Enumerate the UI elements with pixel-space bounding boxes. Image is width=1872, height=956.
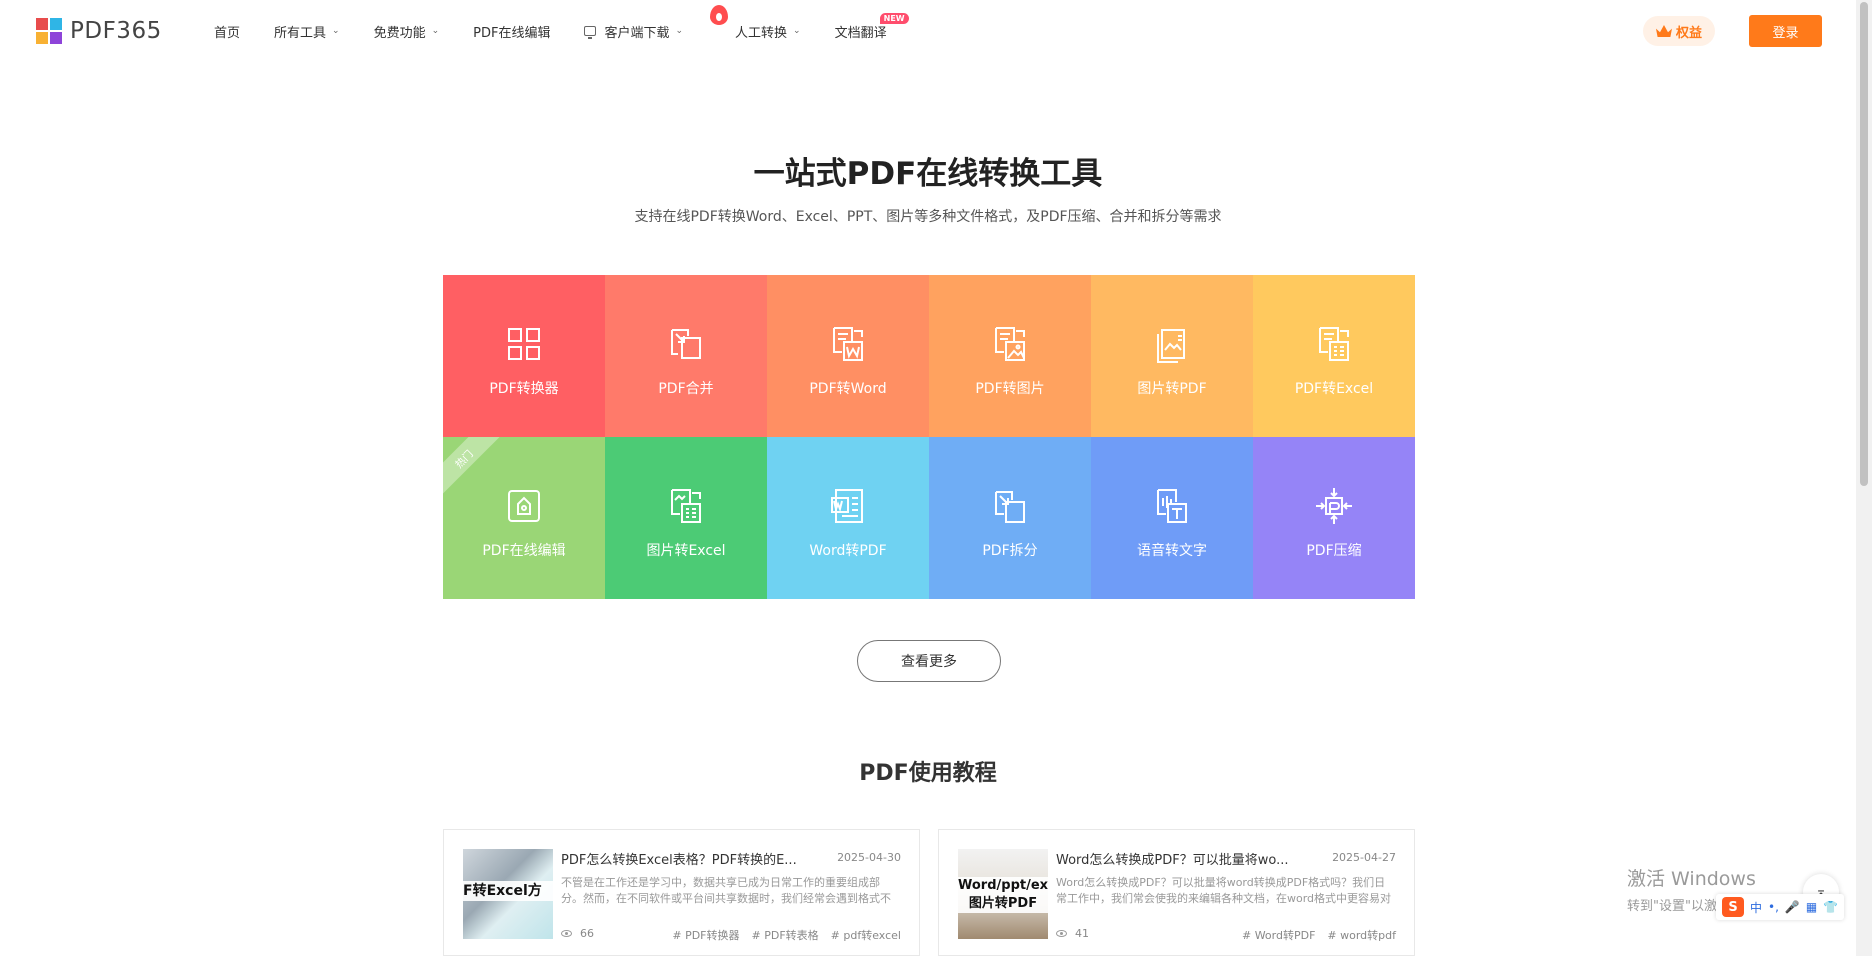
article-desc: Word怎么转换成PDF？可以批量将word转换成PDF格式吗？我们日常工作中，… [1056,876,1392,905]
compress-icon [1316,488,1352,524]
view-more-button[interactable]: 查看更多 [857,640,1001,682]
tool-pdf-to-word[interactable]: PDF转Word [767,275,929,437]
nav-all-tools[interactable]: 所有工具 ⌄ [274,22,340,41]
article-date: 2025-04-27 [1332,851,1396,864]
article-thumbnail: Word/ppt/ex 图片转PDF [958,849,1048,939]
monitor-icon [584,26,597,39]
nav-pdf-edit[interactable]: PDF在线编辑 [473,22,550,41]
new-badge: NEW [879,12,909,24]
ime-punctuation-icon[interactable]: •, [1768,900,1779,914]
login-button[interactable]: 登录 [1749,15,1822,47]
chevron-down-icon: ⌄ [793,26,801,36]
tutorial-section-title: PDF使用教程 [859,761,997,786]
tool-pdf-to-excel[interactable]: PDF转Excel [1253,275,1415,437]
page-subtitle: 支持在线PDF转换Word、Excel、PPT、图片等多种文件格式，及PDF压缩… [634,209,1222,225]
microphone-icon[interactable]: 🎤 [1785,900,1800,914]
article-title[interactable]: Word怎么转换成PDF？可以批量将wo... [1056,849,1296,868]
image-to-pdf-icon [1157,329,1185,363]
article-thumbnail: F转Excel方 [463,849,553,939]
hot-ribbon: 热门 [443,437,507,502]
tool-pdf-online-edit[interactable]: 热门 PDF在线编辑 [443,437,605,599]
pdf-to-word-icon [833,327,863,361]
chevron-down-icon: ⌄ [675,26,684,36]
keyboard-icon[interactable]: ▦ [1806,900,1817,914]
eye-icon [1056,930,1067,937]
article-tags: # PDF转换器 # PDF转表格 # pdf转excel [672,927,901,943]
article-tag[interactable]: # pdf转excel [831,927,901,943]
article-tag[interactable]: # PDF转表格 [752,927,819,943]
ime-toolbar[interactable]: S 中 •, 🎤 ▦ 👕 [1716,894,1845,920]
article-tags: # Word转PDF # word转pdf [1242,927,1396,943]
chevron-down-icon: ⌄ [332,26,340,36]
logo[interactable]: PDF365 [36,18,162,44]
ime-lang-toggle[interactable]: 中 [1750,899,1762,916]
article-card[interactable]: Word/ppt/ex 图片转PDF Word怎么转换成PDF？可以批量将wo.… [938,829,1415,956]
word-to-pdf-icon [831,489,863,523]
eye-icon [561,930,572,937]
merge-icon [671,329,701,359]
grid-icon [508,328,540,360]
pdf-to-excel-icon [1319,327,1349,361]
nav-home[interactable]: 首页 [214,22,240,41]
tool-word-to-pdf[interactable]: Word转PDF [767,437,929,599]
crown-icon [1655,25,1672,37]
article-desc: 不管是在工作还是学习中，数据共享已成为日常工作的重要组成部分。然而，在不同软件或… [561,876,891,905]
article-card[interactable]: F转Excel方 PDF怎么转换Excel表格？PDF转换的E... 2025-… [443,829,920,956]
tool-grid: PDF转换器 PDF合并 PDF转Word PDF转图片 图片转PDF PDF转… [443,275,1415,599]
chevron-down-icon: ⌄ [431,26,440,36]
tool-voice-to-text[interactable]: 语音转文字 [1091,437,1253,599]
sogou-logo-icon: S [1722,897,1744,917]
nav-free-features[interactable]: 免费功能 ⌄ [374,22,440,41]
logo-mark-icon [36,18,62,44]
article-tag[interactable]: # word转pdf [1327,927,1396,943]
article-views: 66 [561,927,594,940]
scrollbar-thumb[interactable] [1860,2,1868,486]
vip-benefits-button[interactable]: 权益 [1643,16,1715,46]
article-title[interactable]: PDF怎么转换Excel表格？PDF转换的E... [561,849,801,868]
edit-icon [508,490,540,522]
nav-client-download[interactable]: 客户端下载 ⌄ [584,22,683,41]
article-tag[interactable]: # PDF转换器 [672,927,739,943]
top-header: PDF365 首页 所有工具 ⌄ 免费功能 ⌄ PDF在线编辑 客户端下载 ⌄ 人工转… [0,0,1856,62]
tool-image-to-pdf[interactable]: 图片转PDF [1091,275,1253,437]
tool-pdf-compress[interactable]: PDF压缩 [1253,437,1415,599]
main-nav: 首页 所有工具 ⌄ 免费功能 ⌄ PDF在线编辑 客户端下载 ⌄ 人工转换 ⌄ 文档翻译… [214,0,921,62]
fire-icon [710,4,729,25]
article-date: 2025-04-30 [837,851,901,864]
skin-icon[interactable]: 👕 [1823,900,1838,914]
tool-pdf-to-image[interactable]: PDF转图片 [929,275,1091,437]
pdf-to-image-icon [995,327,1025,361]
image-to-excel-icon [671,489,701,523]
tool-pdf-merge[interactable]: PDF合并 [605,275,767,437]
nav-doc-translate[interactable]: 文档翻译 NEW [835,12,909,41]
article-views: 41 [1056,927,1089,940]
nav-manual-convert[interactable]: 人工转换 ⌄ [710,4,801,41]
tool-image-to-excel[interactable]: 图片转Excel [605,437,767,599]
logo-text: PDF365 [70,18,162,44]
split-icon [995,491,1025,523]
tool-pdf-converter[interactable]: PDF转换器 [443,275,605,437]
voice-to-text-icon [1157,489,1187,523]
tool-pdf-split[interactable]: PDF拆分 [929,437,1091,599]
article-tag[interactable]: # Word转PDF [1242,927,1315,943]
page-title: 一站式PDF在线转换工具 [753,156,1103,192]
page-scrollbar[interactable] [1856,0,1872,956]
